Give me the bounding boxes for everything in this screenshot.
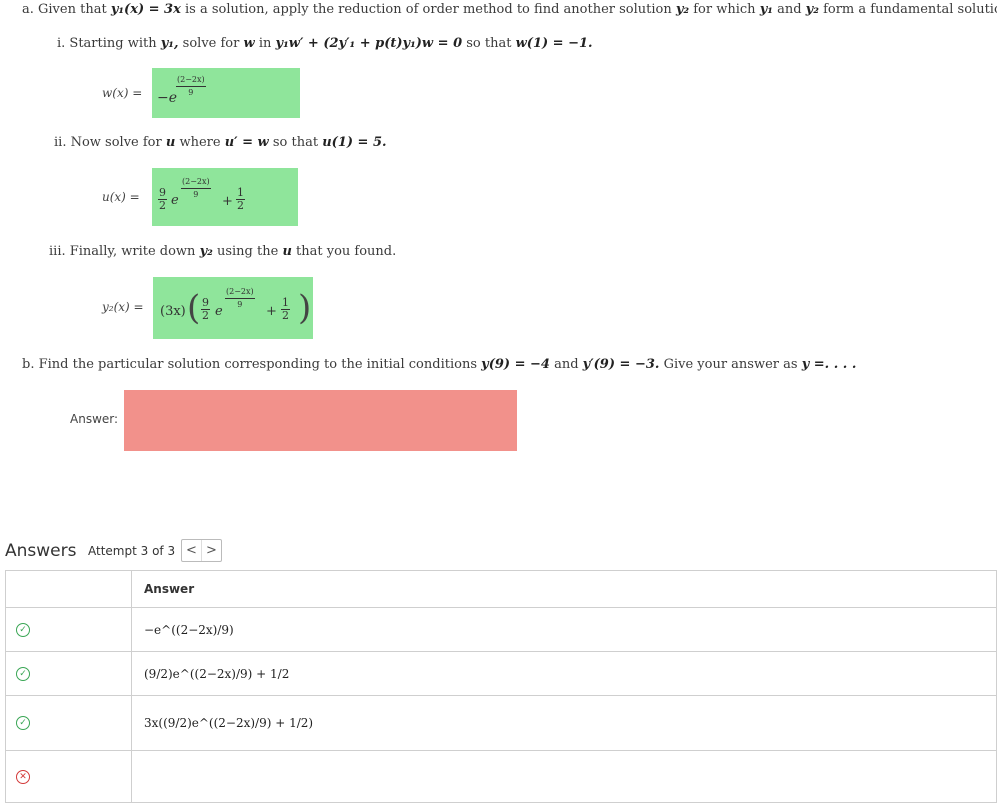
w-answer-field[interactable]: −e (2−2x) 9: [152, 68, 300, 118]
part-b-answer-field[interactable]: [124, 390, 517, 451]
check-circle-icon: ✓: [16, 716, 30, 730]
y2-paren-open: (: [187, 288, 201, 328]
w-field-label: w(x) =: [102, 86, 143, 100]
answer-cell: [131, 750, 997, 803]
w-answer-base: −e: [157, 90, 178, 106]
y1-symbol: y₁,: [160, 36, 179, 51]
part-b-answer-label: Answer:: [70, 412, 119, 426]
step-i-equation: y₁w′ + (2y′₁ + p(t)y₁)w = 0: [275, 36, 463, 51]
attempt-counter: Attempt 3 of 3: [88, 544, 176, 558]
status-cell: ✓: [5, 651, 132, 696]
answer-cell: 3x((9/2)e^((2−2x)/9) + 1/2): [131, 695, 997, 751]
u-symbol: u: [165, 135, 176, 150]
coef-den: 2: [202, 309, 209, 322]
status-column-header: [5, 570, 132, 608]
w-symbol: w: [243, 36, 255, 51]
table-row: ✓ (9/2)e^((2−2x)/9) + 1/2: [5, 651, 997, 696]
y2-symbol: y₂: [675, 2, 690, 17]
y1-symbol: y₁: [759, 2, 773, 17]
u-const: 12: [236, 187, 245, 212]
u-exponent: (2−2x) 9: [181, 176, 211, 201]
exp-denominator: 9: [193, 190, 199, 199]
x-circle-icon: ✕: [16, 769, 30, 784]
y2-field-label: y₂(x) =: [102, 300, 144, 314]
u-coef: 92: [158, 187, 167, 212]
y2-e: e: [215, 304, 223, 319]
part-b-lead: b. Find the particular solution correspo…: [22, 357, 477, 372]
and-text: and: [777, 2, 802, 17]
step-iii-lead: iii. Finally, write down: [49, 244, 196, 259]
step-i-lead: i. Starting with: [57, 36, 157, 51]
status-cell: ✕: [5, 750, 132, 803]
const-den: 2: [237, 199, 244, 212]
const-den: 2: [282, 309, 289, 322]
coef-den: 2: [159, 199, 166, 212]
answer-cell: (9/2)e^((2−2x)/9) + 1/2: [131, 651, 997, 696]
y2-factor: (3x): [160, 304, 186, 319]
step-ii-question: ii. Now solve for u where u′ = w so that…: [54, 135, 387, 150]
table-row: ✓ 3x((9/2)e^((2−2x)/9) + 1/2): [5, 695, 997, 751]
initial-condition-2: y′(9) = −3.: [582, 357, 660, 372]
initial-condition-1: y(9) = −4: [481, 357, 550, 372]
step-i-condition: w(1) = −1.: [515, 36, 593, 51]
part-a-question: a. Given that y₁(x) = 3x is a solution, …: [22, 2, 997, 17]
and-text: and: [554, 357, 579, 372]
u-symbol: u: [282, 244, 292, 259]
part-a-tail: form a fundamental solution set.: [823, 2, 997, 17]
u-field-label: u(x) =: [102, 190, 140, 204]
in-text: in: [258, 36, 272, 51]
exp-numerator: (2−2x): [176, 74, 206, 87]
answer-column-header: Answer: [131, 570, 997, 608]
y2-exponent: (2−2x) 9: [225, 286, 255, 311]
u-answer-field[interactable]: 92 e (2−2x) 9 + 12: [152, 168, 298, 226]
part-a-text: is a solution, apply the reduction of or…: [185, 2, 672, 17]
answer-cell: −e^((2−2x)/9): [131, 607, 997, 652]
step-iii-tail: that you found.: [296, 244, 397, 259]
next-attempt-button[interactable]: >: [202, 540, 221, 561]
part-a-lead: a. Given that: [22, 2, 107, 17]
part-b-tail: Give your answer as: [663, 357, 798, 372]
status-cell: ✓: [5, 607, 132, 652]
step-ii-lead: ii. Now solve for: [54, 135, 162, 150]
y1-definition: y₁(x) = 3x: [110, 2, 181, 17]
check-circle-icon: ✓: [16, 666, 30, 681]
y2-symbol: y₂: [199, 244, 213, 259]
exp-numerator: (2−2x): [181, 176, 211, 189]
step-ii-equation: u′ = w: [224, 135, 269, 150]
for-which-text: for which: [693, 2, 756, 17]
y2-paren-close: ): [298, 288, 312, 328]
part-b-question: b. Find the particular solution correspo…: [22, 357, 856, 372]
status-cell: ✓: [5, 695, 132, 751]
so-that-text: so that: [272, 135, 319, 150]
exp-denominator: 9: [237, 300, 243, 309]
u-e: e: [171, 193, 179, 208]
w-answer-exponent: (2−2x) 9: [176, 74, 206, 99]
y2-answer-field[interactable]: (3x) ( 92 e (2−2x) 9 + 12 ): [153, 277, 313, 339]
where-text: where: [179, 135, 221, 150]
y2-symbol: y₂: [805, 2, 819, 17]
table-row: ✓ −e^((2−2x)/9): [5, 607, 997, 652]
y2-plus: +: [266, 304, 277, 319]
step-ii-condition: u(1) = 5.: [322, 135, 387, 150]
y2-coef: 92: [201, 297, 210, 322]
answers-header-row: Answer: [5, 570, 997, 608]
y2-const: 12: [281, 297, 290, 322]
step-i-question: i. Starting with y₁, solve for w in y₁w′…: [57, 36, 593, 51]
answers-title: Answers: [5, 541, 77, 561]
check-circle-icon: ✓: [16, 622, 30, 637]
using-text: using the: [216, 244, 279, 259]
attempt-nav: < >: [181, 539, 222, 562]
step-iii-question: iii. Finally, write down y₂ using the u …: [49, 244, 396, 259]
step-i-mid: solve for: [182, 36, 240, 51]
exp-numerator: (2−2x): [225, 286, 255, 299]
table-row: ✕: [5, 750, 997, 803]
u-plus: +: [222, 194, 233, 209]
answers-table: Answer ✓ −e^((2−2x)/9) ✓ (9/2)e^((2−2x)/…: [5, 570, 997, 803]
answer-form: y =. . . .: [801, 357, 857, 372]
so-that-text: so that: [466, 36, 512, 51]
prev-attempt-button[interactable]: <: [182, 540, 202, 561]
exp-denominator: 9: [188, 88, 194, 97]
